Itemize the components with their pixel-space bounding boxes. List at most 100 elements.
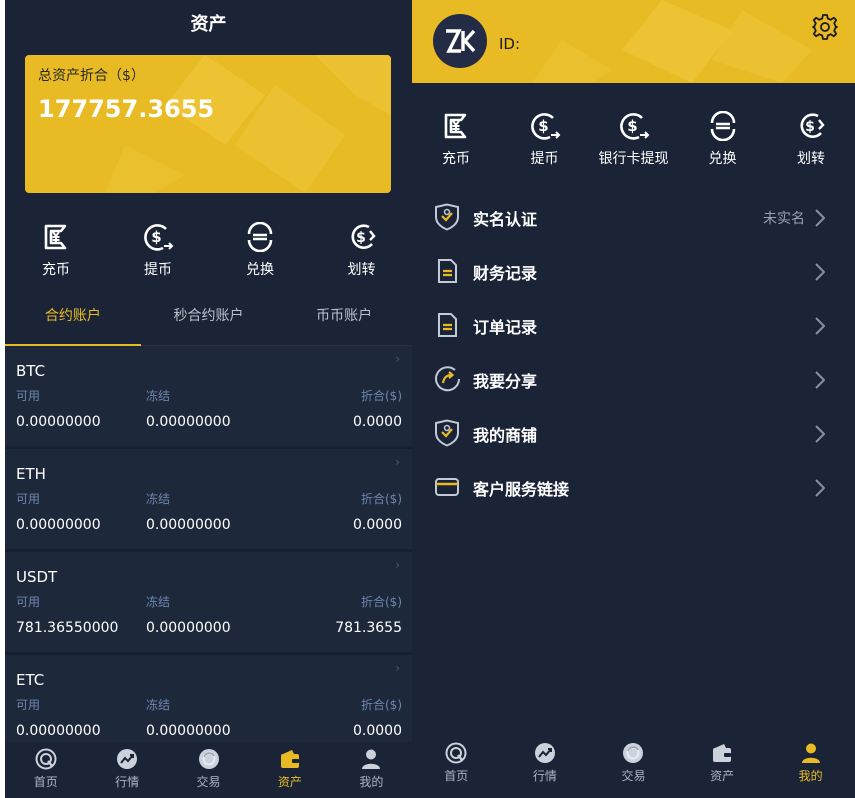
- available-value: 0.00000000: [16, 414, 101, 430]
- nav-assets[interactable]: 资产: [249, 742, 330, 798]
- withdraw-icon: $: [142, 221, 174, 253]
- document-icon: [438, 259, 457, 283]
- converted-value: 0.0000: [353, 723, 402, 739]
- bank-withdraw-icon: $: [618, 110, 650, 142]
- verification-status: 未实名: [763, 211, 805, 227]
- deposit-icon: [440, 110, 472, 142]
- shop-icon: [435, 419, 459, 447]
- available-value: 0.00000000: [16, 723, 101, 739]
- deposit-button[interactable]: 充币: [412, 110, 500, 168]
- home-icon: [445, 742, 467, 764]
- trade-icon: [623, 743, 644, 763]
- menu-share[interactable]: 我要分享: [412, 353, 855, 407]
- home-icon: [35, 748, 57, 770]
- coin-name: USDT: [16, 568, 58, 586]
- profile-header: ID:: [412, 0, 855, 83]
- nav-market[interactable]: 行情: [86, 742, 167, 798]
- wallet-icon: [713, 744, 732, 762]
- frozen-value: 0.00000000: [146, 414, 231, 430]
- nav-assets[interactable]: 资产: [678, 736, 767, 798]
- coin-card-usdt[interactable]: USDT › 可用 冻结 折合($) 781.36550000 0.000000…: [5, 552, 412, 655]
- available-value: 781.36550000: [16, 620, 119, 636]
- coin-card-eth[interactable]: ETH › 可用 冻结 折合($) 0.00000000 0.00000000 …: [5, 449, 412, 552]
- user-icon: [801, 743, 820, 763]
- profile-actions: 充币 $ 提币 $ 银行卡提现 兑换 $ 划转: [412, 110, 855, 168]
- tab-second-contract-account[interactable]: 秒合约账户: [141, 299, 277, 345]
- transfer-icon: $: [795, 110, 827, 142]
- transfer-button[interactable]: $ 划转: [311, 221, 412, 279]
- nav-market[interactable]: 行情: [501, 736, 590, 798]
- share-icon: [435, 366, 460, 392]
- chevron-right-icon: ›: [395, 661, 400, 675]
- chevron-right-icon: [815, 317, 825, 335]
- svg-text:$: $: [805, 119, 815, 135]
- deposit-button[interactable]: 充币: [5, 221, 107, 279]
- total-balance-label: 总资产折合（$）: [38, 68, 145, 84]
- menu-customer-service-link[interactable]: 客户服务链接: [412, 461, 855, 515]
- frozen-value: 0.00000000: [146, 723, 231, 739]
- nav-home[interactable]: 首页: [412, 736, 501, 798]
- exchange-button[interactable]: 兑换: [209, 221, 311, 279]
- market-icon: [117, 749, 138, 769]
- frozen-value: 0.00000000: [146, 620, 231, 636]
- nav-trade[interactable]: 交易: [589, 736, 678, 798]
- total-balance-card: 总资产折合（$） 177757.3655: [25, 55, 391, 193]
- market-icon: [534, 743, 555, 763]
- coin-card-btc[interactable]: BTC › 可用 冻结 折合($) 0.00000000 0.00000000 …: [5, 346, 412, 449]
- trade-icon: [198, 749, 219, 769]
- chevron-right-icon: ›: [395, 455, 400, 469]
- exchange-icon: [707, 110, 739, 142]
- nav-home[interactable]: 首页: [5, 742, 86, 798]
- wallet-icon: [280, 750, 299, 768]
- converted-value: 781.3655: [335, 620, 402, 636]
- svg-text:$: $: [627, 117, 637, 135]
- chevron-right-icon: [815, 479, 825, 497]
- chevron-right-icon: [815, 425, 825, 443]
- frozen-value: 0.00000000: [146, 517, 231, 533]
- withdraw-button[interactable]: $ 提币: [107, 221, 209, 279]
- page-title: 资产: [190, 14, 227, 35]
- avatar[interactable]: [433, 14, 487, 68]
- withdraw-icon: $: [529, 110, 561, 142]
- deposit-icon: [40, 221, 72, 253]
- exchange-icon: [244, 221, 276, 253]
- tab-contract-account[interactable]: 合约账户: [5, 299, 141, 346]
- chevron-right-icon: [815, 209, 825, 227]
- document-icon: [438, 313, 457, 337]
- menu-my-shop[interactable]: 我的商铺: [412, 407, 855, 461]
- svg-text:$: $: [151, 228, 161, 246]
- chevron-right-icon: ›: [395, 352, 400, 366]
- user-id-label: ID:: [499, 35, 521, 53]
- nav-mine[interactable]: 我的: [766, 736, 855, 798]
- menu-real-name-verification[interactable]: 实名认证 未实名: [412, 191, 855, 245]
- exchange-button[interactable]: 兑换: [678, 110, 767, 168]
- card-icon: [435, 478, 459, 496]
- withdraw-button[interactable]: $ 提币: [500, 110, 589, 168]
- chevron-right-icon: [815, 371, 825, 389]
- shield-check-icon: [435, 203, 459, 231]
- bank-withdraw-button[interactable]: $ 银行卡提现: [589, 110, 678, 168]
- coin-list: BTC › 可用 冻结 折合($) 0.00000000 0.00000000 …: [5, 346, 412, 758]
- transfer-button[interactable]: $ 划转: [767, 110, 855, 168]
- coin-name: BTC: [16, 362, 46, 380]
- nav-mine[interactable]: 我的: [331, 742, 412, 798]
- transfer-icon: $: [346, 221, 378, 253]
- tab-spot-account[interactable]: 币币账户: [276, 299, 412, 345]
- account-tabs: 合约账户 秒合约账户 币币账户: [5, 299, 412, 346]
- converted-value: 0.0000: [353, 414, 402, 430]
- svg-text:$: $: [356, 230, 366, 246]
- chevron-right-icon: [815, 263, 825, 281]
- logo-icon: [446, 29, 476, 53]
- coin-name: ETC: [16, 671, 45, 689]
- gear-icon[interactable]: [811, 13, 839, 41]
- menu-financial-records[interactable]: 财务记录: [412, 245, 855, 299]
- coin-name: ETH: [16, 465, 46, 483]
- menu-order-records[interactable]: 订单记录: [412, 299, 855, 353]
- total-balance-value: 177757.3655: [38, 95, 215, 123]
- available-value: 0.00000000: [16, 517, 101, 533]
- assets-screen: 资产 总资产折合（$） 177757.3655 充币 $ 提币 兑换 $ 划转 …: [5, 0, 412, 798]
- bottom-nav: 首页 行情 交易 资产 我的: [5, 742, 412, 798]
- chevron-right-icon: ›: [395, 558, 400, 572]
- profile-menu: 实名认证 未实名 财务记录 订单记录 我要分享 我的商铺 客户服务链接: [412, 191, 855, 515]
- nav-trade[interactable]: 交易: [168, 742, 249, 798]
